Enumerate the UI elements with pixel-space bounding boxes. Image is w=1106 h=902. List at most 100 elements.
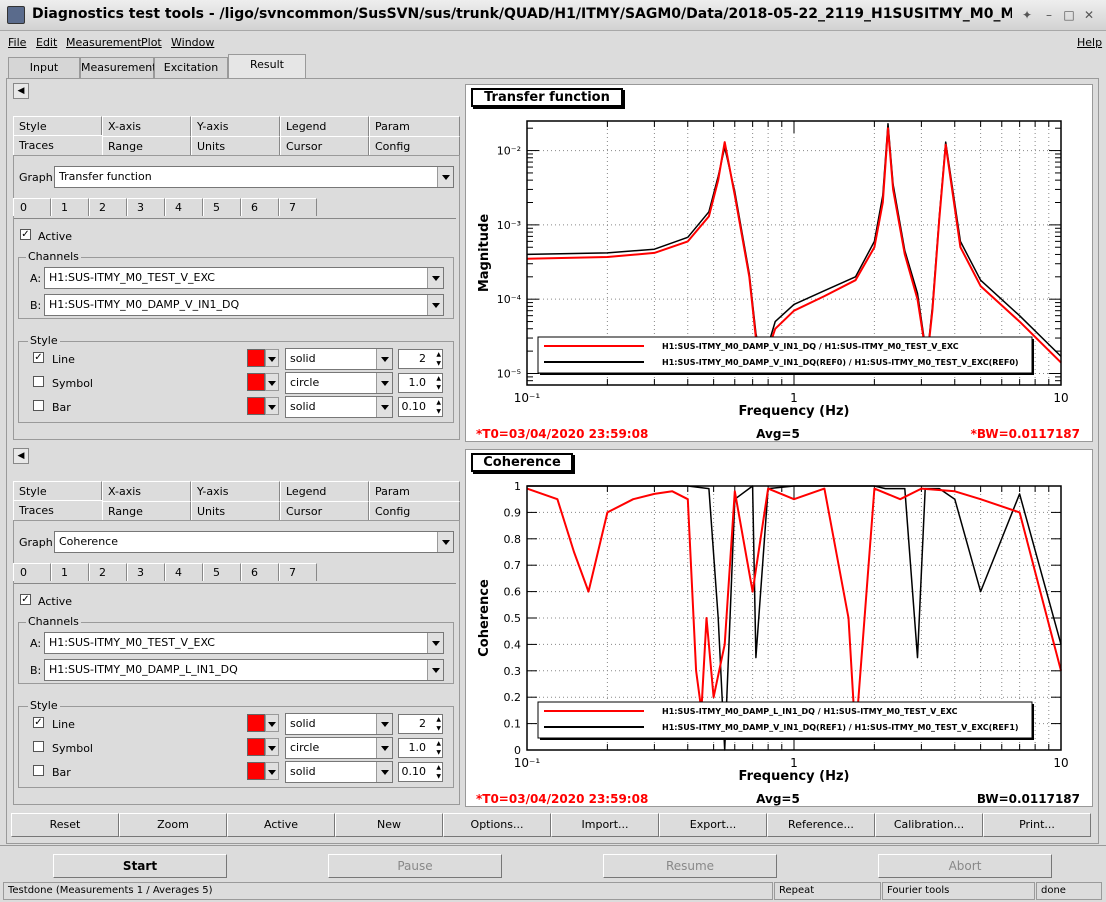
channel-b-select[interactable]: H1:SUS-ITMY_M0_DAMP_L_IN1_DQ	[44, 659, 444, 681]
bar-checkbox[interactable]	[33, 765, 44, 776]
tab-y-axis[interactable]: Y-axis	[191, 116, 280, 136]
bar-style-select[interactable]: solid	[285, 396, 393, 418]
tab-traces[interactable]: Traces	[13, 500, 102, 520]
trace-tab-7[interactable]: 7	[279, 563, 317, 581]
line-checkbox[interactable]: ✓	[33, 352, 44, 363]
trace-tab-1[interactable]: 1	[51, 563, 89, 581]
tab-cursor[interactable]: Cursor	[280, 136, 369, 156]
line-width-spinner[interactable]: 2	[398, 349, 443, 369]
resume-button[interactable]: Resume	[603, 854, 777, 878]
line-checkbox[interactable]: ✓	[33, 717, 44, 728]
tab-traces[interactable]: Traces	[13, 135, 102, 155]
bar-style-select[interactable]: solid	[285, 761, 393, 783]
tab-style[interactable]: Style	[13, 116, 102, 136]
chevron-down-icon[interactable]	[265, 349, 279, 367]
menu-file[interactable]: File	[8, 36, 26, 49]
tab-x-axis[interactable]: X-axis	[102, 481, 191, 501]
symbol-checkbox[interactable]	[33, 741, 44, 752]
symbol-size-spinner[interactable]: 1.0	[398, 738, 443, 758]
tab-units[interactable]: Units	[191, 501, 280, 521]
active-checkbox[interactable]: ✓	[20, 594, 31, 605]
chevron-down-icon[interactable]	[265, 397, 279, 415]
collapse-left-icon[interactable]: ◀	[13, 83, 29, 99]
reference-button[interactable]: Reference...	[767, 813, 875, 837]
symbol-color-swatch[interactable]	[247, 373, 265, 391]
minimize-icon[interactable]: –	[1042, 8, 1056, 22]
menu-measurement[interactable]: Measurement	[66, 36, 142, 49]
zoom-button[interactable]: Zoom	[119, 813, 227, 837]
tab-range[interactable]: Range	[102, 501, 191, 521]
bar-width-spinner[interactable]: 0.10	[398, 762, 443, 782]
bar-checkbox[interactable]	[33, 400, 44, 411]
maximize-icon[interactable]: □	[1062, 8, 1076, 22]
channel-b-select[interactable]: H1:SUS-ITMY_M0_DAMP_V_IN1_DQ	[44, 294, 444, 316]
menu-plot[interactable]: Plot	[141, 36, 162, 49]
tab-units[interactable]: Units	[191, 136, 280, 156]
line-style-select[interactable]: solid	[285, 348, 393, 370]
symbol-color-swatch[interactable]	[247, 738, 265, 756]
trace-tab-1[interactable]: 1	[51, 198, 89, 216]
coherence-plot[interactable]: Coherence 0 0.1 0.2 0.3 0.4 0.5 0.6 0.7 0.8 0.9 1 1…	[465, 449, 1093, 807]
symbol-style-select[interactable]: circle	[285, 372, 393, 394]
trace-tab-0[interactable]: 0	[13, 198, 51, 216]
trace-tab-5[interactable]: 5	[203, 563, 241, 581]
channel-a-select[interactable]: H1:SUS-ITMY_M0_TEST_V_EXC	[44, 632, 444, 654]
symbol-style-select[interactable]: circle	[285, 737, 393, 759]
trace-tab-2[interactable]: 2	[89, 198, 127, 216]
tab-range[interactable]: Range	[102, 136, 191, 156]
abort-button[interactable]: Abort	[878, 854, 1052, 878]
export-button[interactable]: Export...	[659, 813, 767, 837]
import-button[interactable]: Import...	[551, 813, 659, 837]
trace-tab-6[interactable]: 6	[241, 198, 279, 216]
tab-legend[interactable]: Legend	[280, 116, 369, 136]
trace-tab-3[interactable]: 3	[127, 198, 165, 216]
trace-tab-0[interactable]: 0	[13, 563, 51, 581]
tab-legend[interactable]: Legend	[280, 481, 369, 501]
graph-select[interactable]: Transfer function	[54, 166, 454, 188]
menu-edit[interactable]: Edit	[36, 36, 57, 49]
bar-color-swatch[interactable]	[247, 397, 265, 415]
bar-color-swatch[interactable]	[247, 762, 265, 780]
tab-style[interactable]: Style	[13, 481, 102, 501]
tab-excitation[interactable]: Excitation	[154, 57, 228, 78]
close-icon[interactable]: ✕	[1082, 8, 1096, 22]
trace-tab-4[interactable]: 4	[165, 563, 203, 581]
options-button[interactable]: Options...	[443, 813, 551, 837]
chevron-down-icon[interactable]	[265, 762, 279, 780]
print-button[interactable]: Print...	[983, 813, 1091, 837]
new-button[interactable]: New	[335, 813, 443, 837]
tab-y-axis[interactable]: Y-axis	[191, 481, 280, 501]
chevron-down-icon[interactable]	[265, 714, 279, 732]
menu-help[interactable]: Help	[1077, 36, 1102, 49]
symbol-size-spinner[interactable]: 1.0	[398, 373, 443, 393]
trace-tab-5[interactable]: 5	[203, 198, 241, 216]
tab-config[interactable]: Config	[369, 136, 460, 156]
active-checkbox[interactable]: ✓	[20, 229, 31, 240]
chevron-down-icon[interactable]	[265, 373, 279, 391]
calibration-button[interactable]: Calibration...	[875, 813, 983, 837]
reset-button[interactable]: Reset	[11, 813, 119, 837]
trace-tab-4[interactable]: 4	[165, 198, 203, 216]
trace-tab-3[interactable]: 3	[127, 563, 165, 581]
line-width-spinner[interactable]: 2	[398, 714, 443, 734]
trace-tab-2[interactable]: 2	[89, 563, 127, 581]
channel-a-select[interactable]: H1:SUS-ITMY_M0_TEST_V_EXC	[44, 267, 444, 289]
tab-input[interactable]: Input	[8, 57, 80, 78]
bar-width-spinner[interactable]: 0.10	[398, 397, 443, 417]
tab-x-axis[interactable]: X-axis	[102, 116, 191, 136]
trace-tab-6[interactable]: 6	[241, 563, 279, 581]
line-color-swatch[interactable]	[247, 349, 265, 367]
trace-tab-7[interactable]: 7	[279, 198, 317, 216]
graph-select[interactable]: Coherence	[54, 531, 454, 553]
tab-config[interactable]: Config	[369, 501, 460, 521]
menu-window[interactable]: Window	[171, 36, 214, 49]
symbol-checkbox[interactable]	[33, 376, 44, 387]
start-button[interactable]: Start	[53, 854, 227, 878]
pause-button[interactable]: Pause	[328, 854, 502, 878]
tab-param[interactable]: Param	[369, 481, 460, 501]
transfer-function-plot[interactable]: Transfer function 10⁻⁵ 10⁻⁴ 10⁻³ 10⁻² 10⁻¹ 1 1…	[465, 84, 1093, 442]
chevron-down-icon[interactable]	[265, 738, 279, 756]
collapse-left-icon[interactable]: ◀	[13, 448, 29, 464]
line-style-select[interactable]: solid	[285, 713, 393, 735]
tab-param[interactable]: Param	[369, 116, 460, 136]
